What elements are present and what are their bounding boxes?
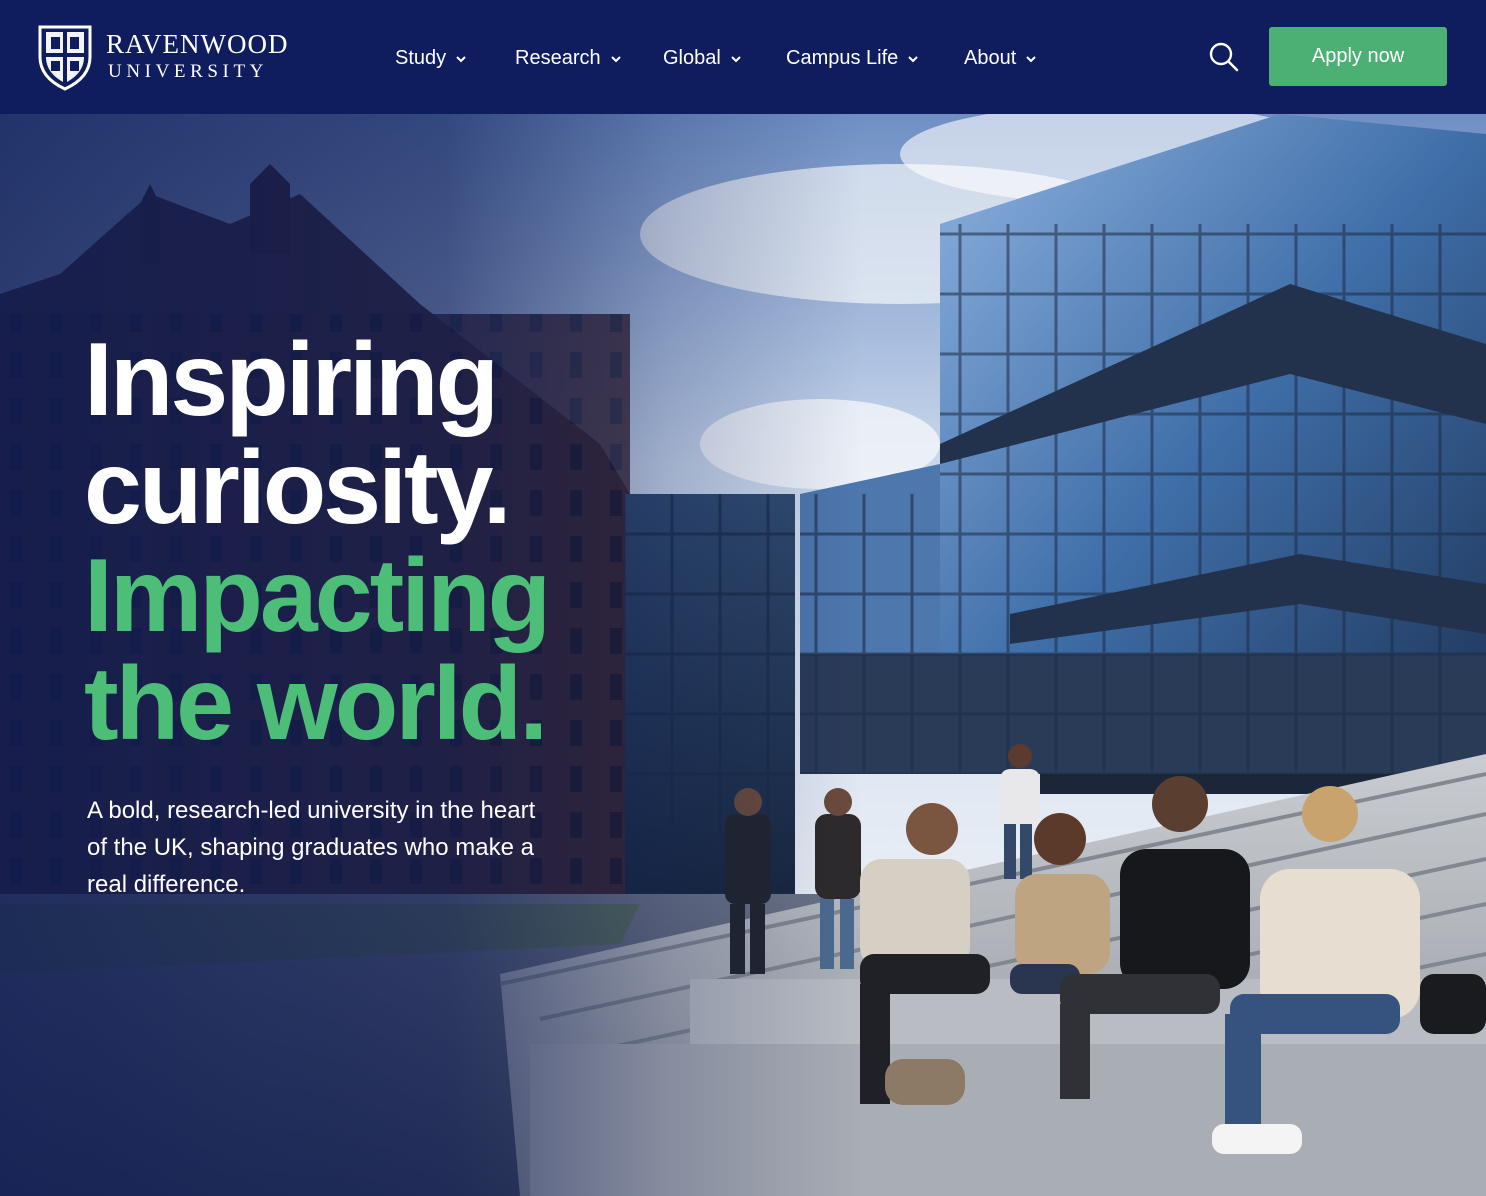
nav-item-global[interactable]: Global <box>663 44 742 72</box>
nav-item-label: About <box>964 46 1017 69</box>
site-header: RAVENWOOD UNIVERSITY Study Research Glob… <box>0 0 1486 114</box>
headline-line-accent: the world. <box>84 646 548 762</box>
crest-icon <box>38 25 92 91</box>
hero-subtext: A bold, research-led university in the h… <box>87 797 536 898</box>
nav-item-label: Campus Life <box>786 46 899 69</box>
chevron-down-icon <box>731 56 741 63</box>
chevron-down-icon <box>610 56 621 63</box>
nav-item-label: Study <box>395 46 447 69</box>
nav-item-campus-life[interactable]: Campus Life <box>786 44 919 72</box>
hero-headline: Inspiring curiosity. Impacting the world… <box>84 326 724 758</box>
nav-item-research[interactable]: Research <box>515 44 622 72</box>
nav-item-about[interactable]: About <box>964 44 1037 72</box>
nav-item-study[interactable]: Study <box>395 44 467 72</box>
logo-subtitle: UNIVERSITY <box>108 61 268 82</box>
apply-now-button[interactable]: Apply now <box>1269 27 1447 86</box>
headline-line: curiosity. <box>84 430 512 546</box>
university-logo[interactable]: RAVENWOOD UNIVERSITY <box>36 23 326 93</box>
headline-line: Inspiring <box>84 322 499 438</box>
headline-line-accent: Impacting <box>84 538 551 654</box>
search-icon[interactable] <box>1207 40 1241 74</box>
logo-name: RAVENWOOD <box>106 29 289 59</box>
chevron-down-icon <box>908 56 918 63</box>
hero-section: Inspiring curiosity. Impacting the world… <box>0 114 1486 1196</box>
chevron-down-icon <box>1026 56 1036 63</box>
nav-item-label: Research <box>515 46 601 69</box>
chevron-down-icon <box>456 56 466 63</box>
nav-item-label: Global <box>663 46 721 69</box>
